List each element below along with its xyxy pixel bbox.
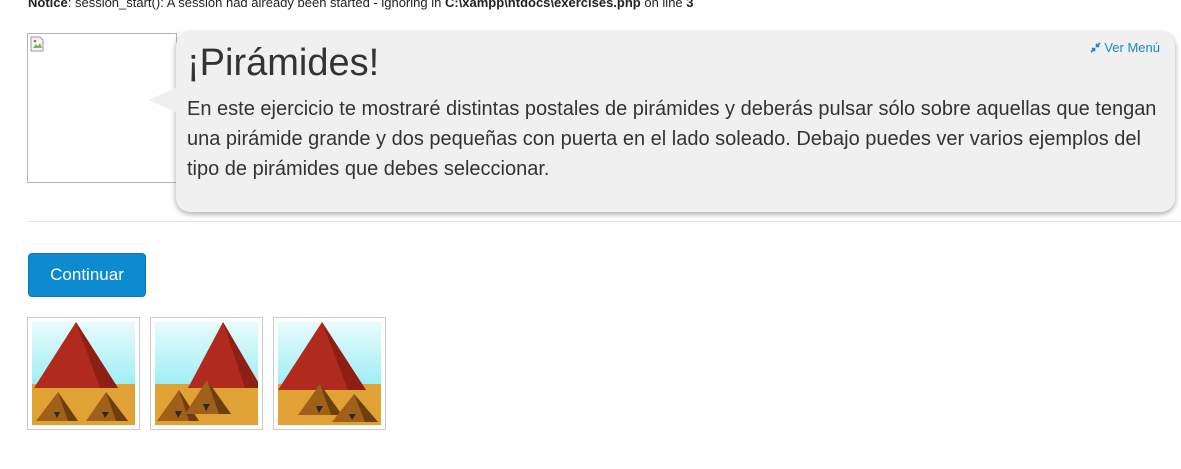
example-postcard — [150, 317, 263, 430]
continue-button[interactable]: Continuar — [28, 253, 146, 297]
speech-bubble: Ver Menú ¡Pirámides! En este ejercicio t… — [148, 32, 1175, 212]
notice-line-number: 3 — [686, 0, 694, 10]
notice-text: : session_start(): A session had already… — [67, 0, 445, 10]
ver-menu-label: Ver Menú — [1104, 40, 1160, 55]
page-title: ¡Pirámides! — [187, 42, 380, 84]
pyramid-postcard-image — [155, 322, 258, 425]
example-postcard — [27, 317, 140, 430]
notice-file: C:\xampp\htdocs\exercises.php — [444, 0, 641, 10]
php-notice: Notice: session_start(): A session had a… — [28, 0, 694, 10]
divider — [27, 221, 1181, 222]
ver-menu-link[interactable]: Ver Menú — [1090, 40, 1160, 55]
compress-arrows-icon — [1090, 42, 1101, 53]
broken-image-icon — [30, 36, 44, 52]
pyramid-postcard-image — [278, 322, 381, 425]
example-postcard — [273, 317, 386, 430]
pyramid-postcard-image — [32, 322, 135, 425]
notice-on-line: on line — [640, 0, 687, 10]
notice-label: Notice — [28, 0, 68, 10]
speech-bubble-pointer — [148, 88, 176, 112]
instructions-text: En este ejercicio te mostraré distintas … — [187, 98, 1157, 180]
